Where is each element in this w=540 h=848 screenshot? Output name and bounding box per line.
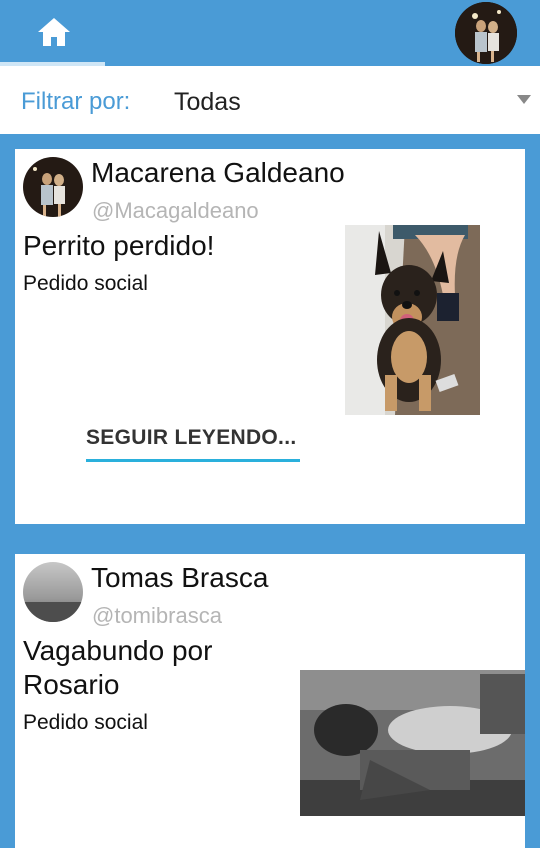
filter-dropdown[interactable]: Todas	[170, 66, 540, 134]
tab-home[interactable]	[0, 0, 105, 66]
author-avatar[interactable]	[23, 157, 83, 217]
read-more-underline	[86, 459, 300, 462]
post-category: Pedido social	[23, 272, 148, 295]
author-name[interactable]: Macarena Galdeano	[91, 157, 345, 189]
post-card[interactable]: Macarena Galdeano @Macagaldeano Perrito …	[15, 149, 525, 524]
post-category: Pedido social	[23, 711, 148, 734]
filter-bar: Filtrar por: Todas	[0, 66, 540, 134]
top-app-bar	[0, 0, 540, 66]
chevron-down-icon	[517, 95, 531, 104]
post-image[interactable]	[300, 670, 525, 816]
read-more-button[interactable]: SEGUIR LEYENDO...	[86, 426, 300, 462]
filter-selected-value: Todas	[174, 88, 241, 116]
author-avatar[interactable]	[23, 562, 83, 622]
post-card[interactable]: Tomas Brasca @tomibrasca Vagabundo por R…	[15, 554, 525, 848]
post-image[interactable]	[345, 225, 480, 415]
author-handle: @tomibrasca	[92, 603, 222, 628]
author-name[interactable]: Tomas Brasca	[91, 562, 268, 594]
post-title: Perrito perdido!	[23, 230, 215, 261]
post-title: Vagabundo por Rosario	[23, 635, 213, 700]
filter-label: Filtrar por:	[21, 88, 131, 115]
read-more-label: SEGUIR LEYENDO...	[86, 426, 297, 449]
home-icon	[38, 18, 70, 46]
author-handle: @Macagaldeano	[92, 198, 259, 223]
user-avatar[interactable]	[455, 2, 517, 64]
